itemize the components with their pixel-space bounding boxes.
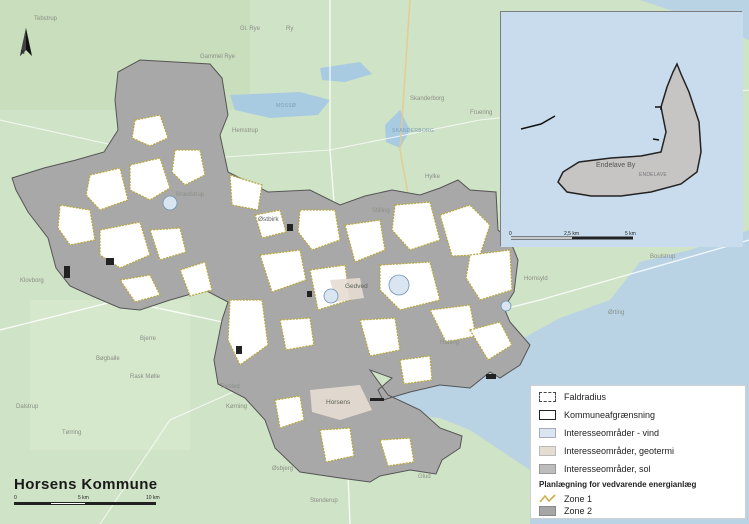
place-label: Boulstrup (650, 254, 676, 260)
zone1-line-icon (539, 494, 556, 503)
legend-label: Interesseområder, geotermi (564, 446, 675, 456)
place-label: Brædstrup (176, 192, 205, 198)
geothermal-swatch (539, 446, 556, 456)
legend-item-vind: Interesseområder - vind (539, 426, 659, 440)
place-label: Glud (418, 474, 431, 480)
wind-area[interactable] (388, 274, 410, 296)
legend: Faldradius Kommuneafgrænsning Interesseo… (530, 385, 746, 519)
place-label: Fruering (470, 110, 492, 116)
scale-bar: 0 5 km 10 km (14, 495, 164, 513)
dashed-outline-swatch (539, 392, 556, 402)
marker[interactable] (236, 346, 242, 354)
inset-map-canvas (501, 12, 743, 247)
solar-swatch (539, 464, 556, 474)
zone1-area[interactable] (279, 317, 315, 351)
scale-segment (86, 502, 156, 505)
legend-section-title: Planlægning for vedvarende energianlæg (539, 480, 697, 489)
place-label: Bøgballe (96, 356, 120, 362)
lake-label: SKANDERBORG (392, 128, 434, 134)
inset-water (501, 12, 743, 247)
place-label: Kørning (226, 404, 247, 410)
scale-label: 10 km (146, 495, 160, 501)
place-label: Ry (286, 26, 293, 32)
place-label: Gl. Rye (240, 26, 261, 32)
place-label: Øsbjerg (272, 466, 293, 472)
wind-area[interactable] (500, 300, 512, 312)
marker[interactable] (106, 258, 114, 265)
place-label: Dalstrup (16, 404, 39, 410)
zone1-area[interactable] (319, 427, 355, 463)
place-label: Stenderup (310, 498, 338, 504)
place-label: Gedved (345, 283, 368, 290)
inset-scale-label: 5 km (625, 231, 636, 237)
place-label: Tørring (62, 430, 81, 436)
place-label: Bjerre (140, 336, 157, 342)
place-label: Hornsyld (524, 276, 548, 282)
zone2-swatch (539, 506, 556, 516)
place-label: Hylke (425, 174, 441, 180)
marker[interactable] (287, 224, 293, 231)
legend-label: Kommuneafgrænsning (564, 410, 656, 420)
place-label: Ørting (608, 310, 624, 316)
place-label: Tebstrup (34, 16, 58, 22)
scale-segment (14, 502, 50, 505)
inset-scale-label: 0 (509, 231, 512, 237)
legend-label: Interesseområder - vind (564, 428, 660, 438)
marker[interactable] (486, 374, 496, 379)
north-label: N (21, 50, 25, 56)
legend-item-geotermi: Interesseområder, geotermi (539, 444, 674, 458)
place-label: Torsted (220, 384, 240, 390)
place-label: Gammel Rye (200, 54, 236, 60)
inset-map[interactable]: Endelave By ENDELAVE 0 2,5 km 5 km (500, 11, 743, 247)
marker[interactable] (370, 398, 384, 401)
legend-label: Faldradius (564, 392, 607, 402)
field-patch (30, 300, 190, 450)
place-label: Hatting (440, 340, 459, 346)
place-label: Horsens (326, 399, 351, 406)
wind-area[interactable] (323, 288, 339, 304)
inset-jetty (652, 138, 660, 141)
place-label: Rask Mølle (130, 374, 161, 380)
lake-label: MOSSØ (276, 103, 296, 109)
scale-segment (50, 502, 86, 505)
legend-item-faldradius: Faldradius (539, 390, 606, 404)
scale-label: 0 (14, 495, 17, 501)
place-label: Hemstrup (232, 128, 259, 134)
outline-swatch (539, 410, 556, 420)
legend-label: Zone 1 (564, 494, 593, 504)
inset-scale-label: 2,5 km (564, 231, 580, 237)
place-label: Østbirk (258, 216, 279, 223)
inset-place-label: Endelave By (596, 162, 636, 169)
legend-item-zone2: Zone 2 (539, 504, 592, 518)
legend-label: Interesseområder, sol (564, 464, 651, 474)
zone1-area[interactable] (399, 355, 433, 385)
legend-label: Zone 2 (564, 506, 593, 516)
scale-label: 5 km (78, 495, 89, 501)
place-label: Stilling (372, 208, 390, 214)
legend-item-kommuneafgraensning: Kommuneafgrænsning (539, 408, 655, 422)
map-stage: Tebstrup Gammel Rye Ry Hemstrup Skanderb… (0, 0, 749, 524)
place-label: Skanderborg (410, 96, 444, 102)
brand-name: Horsens Kommune (14, 476, 158, 493)
inset-sublabel: ENDELAVE (639, 172, 667, 178)
marker[interactable] (64, 266, 70, 278)
legend-item-sol: Interesseområder, sol (539, 462, 651, 476)
wind-area[interactable] (162, 195, 178, 211)
place-label: Klovborg (20, 278, 44, 284)
marker[interactable] (307, 291, 312, 297)
wind-swatch (539, 428, 556, 438)
